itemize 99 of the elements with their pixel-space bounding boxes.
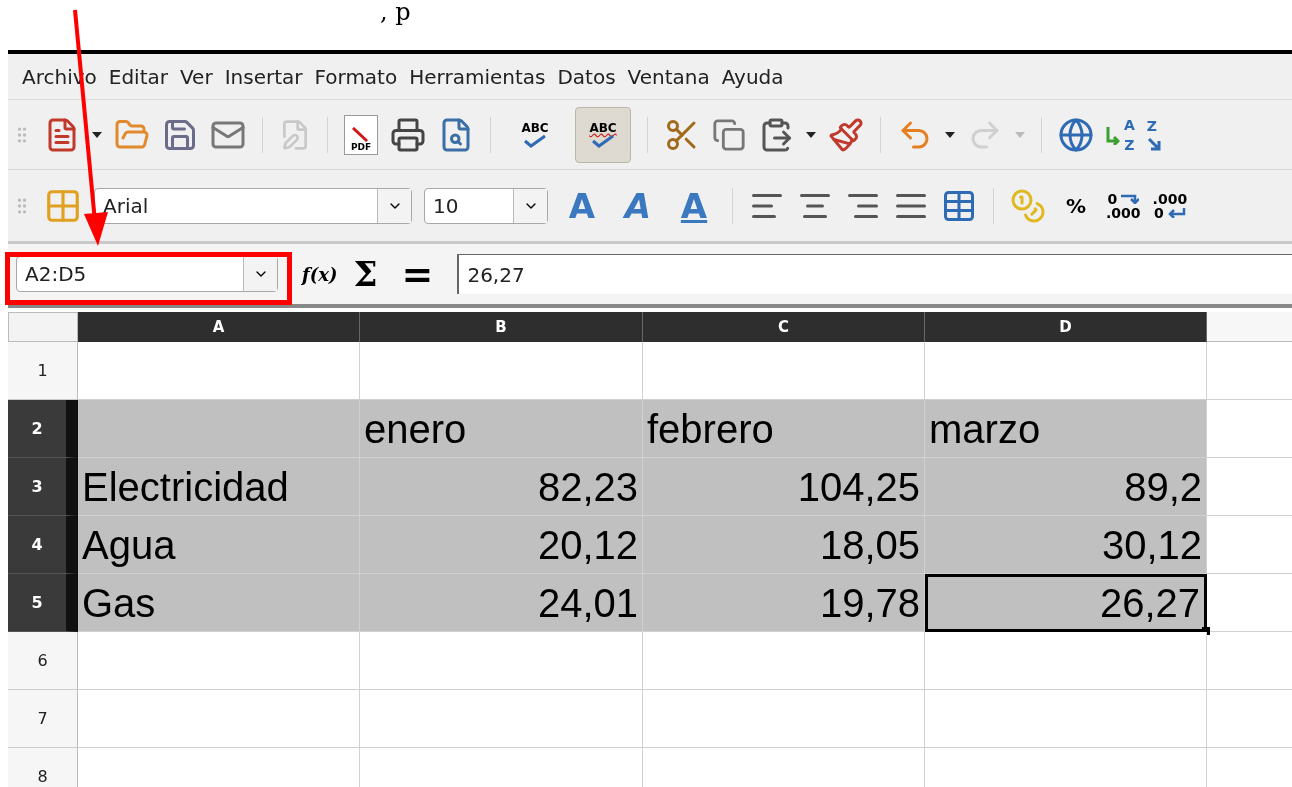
cell[interactable]: Gas bbox=[78, 574, 360, 632]
cell[interactable] bbox=[360, 342, 643, 400]
row-header[interactable]: 4 bbox=[8, 516, 78, 574]
add-decimal-button[interactable]: 0 .000 bbox=[1106, 191, 1141, 220]
cell-text: 82,23 bbox=[537, 466, 638, 507]
cell-text: Gas bbox=[82, 582, 156, 623]
row-header[interactable]: 2 bbox=[8, 400, 78, 458]
cell[interactable] bbox=[643, 632, 925, 690]
menu-item[interactable]: Datos bbox=[551, 61, 622, 92]
cell[interactable] bbox=[643, 690, 925, 748]
menu-item[interactable]: Editar bbox=[102, 61, 174, 92]
sum-button[interactable]: Σ bbox=[353, 248, 378, 300]
slash-icon bbox=[351, 126, 371, 143]
arrow-icon bbox=[1146, 136, 1163, 151]
underline-button[interactable]: A bbox=[672, 188, 716, 223]
checkmark-icon bbox=[522, 133, 548, 148]
cell[interactable] bbox=[360, 690, 643, 748]
arrow-icon bbox=[1121, 193, 1140, 204]
function-wizard-button[interactable]: f(x) bbox=[302, 260, 338, 288]
equals-button[interactable]: = bbox=[401, 245, 434, 303]
cell-text: 26,27 bbox=[1099, 583, 1200, 623]
cell[interactable]: 82,23 bbox=[360, 458, 643, 516]
row-header[interactable]: 3 bbox=[8, 458, 78, 516]
cell-text: 104,25 bbox=[797, 466, 920, 507]
column-header[interactable] bbox=[1207, 312, 1292, 342]
cell[interactable]: Electricidad bbox=[78, 458, 360, 516]
dropdown-caret-icon[interactable] bbox=[92, 131, 102, 138]
autospell-button[interactable]: ABC bbox=[575, 106, 631, 163]
menu-item[interactable]: Ver bbox=[174, 61, 219, 92]
coins-icon[interactable] bbox=[1010, 187, 1046, 224]
cell[interactable]: 18,05 bbox=[643, 516, 925, 574]
column-header[interactable]: C bbox=[643, 312, 925, 342]
cell[interactable]: 104,25 bbox=[643, 458, 925, 516]
caption-text: , p bbox=[380, 0, 411, 24]
arrow-icon bbox=[1106, 124, 1120, 145]
paintbrush-icon[interactable] bbox=[828, 116, 864, 153]
sort-descending-button[interactable]: Z bbox=[1146, 118, 1163, 151]
cell[interactable]: febrero bbox=[643, 400, 925, 458]
menu-item[interactable]: Formato bbox=[308, 61, 404, 92]
cell[interactable]: 30,12 bbox=[925, 516, 1207, 574]
cell[interactable] bbox=[925, 342, 1207, 400]
checkmark-icon bbox=[590, 133, 616, 148]
bold-button[interactable]: A bbox=[560, 188, 604, 223]
cell-text: enero bbox=[364, 408, 467, 449]
row-header[interactable]: 1 bbox=[8, 342, 78, 400]
cell[interactable] bbox=[78, 342, 360, 400]
row-header[interactable]: 5 bbox=[8, 574, 78, 632]
menu-item[interactable]: Insertar bbox=[218, 61, 309, 92]
copy-icon[interactable] bbox=[712, 117, 746, 152]
menu-item[interactable]: Ayuda bbox=[715, 61, 790, 92]
cell[interactable] bbox=[78, 400, 360, 458]
printer-icon[interactable] bbox=[390, 116, 426, 153]
cell-text: 24,01 bbox=[537, 582, 638, 623]
font-name-field[interactable]: Arial bbox=[94, 187, 412, 224]
cell[interactable] bbox=[78, 632, 360, 690]
column-header[interactable]: B bbox=[360, 312, 643, 342]
dropdown-caret-icon[interactable] bbox=[945, 131, 955, 138]
cell-text: Agua bbox=[82, 524, 176, 565]
cell[interactable] bbox=[925, 690, 1207, 748]
sort-ascending-button[interactable]: A Z bbox=[1106, 117, 1135, 152]
cell[interactable]: enero bbox=[360, 400, 643, 458]
cell[interactable] bbox=[360, 632, 643, 690]
formula-input-field[interactable]: 26,27 bbox=[457, 254, 1292, 294]
cell[interactable]: 24,01 bbox=[360, 574, 643, 632]
remove-decimal-button[interactable]: .000 0 bbox=[1152, 191, 1188, 220]
cell-text: 20,12 bbox=[537, 524, 638, 565]
dropdown-caret-icon[interactable] bbox=[806, 131, 816, 138]
globe-icon[interactable] bbox=[1058, 116, 1094, 153]
cell-text: 19,78 bbox=[819, 582, 920, 623]
percent-button[interactable]: % bbox=[1058, 190, 1095, 221]
cell[interactable] bbox=[925, 632, 1207, 690]
cell[interactable] bbox=[643, 342, 925, 400]
font-size-field[interactable]: 10 bbox=[424, 187, 548, 224]
cell[interactable]: 19,78 bbox=[643, 574, 925, 632]
cell[interactable]: 26,27 bbox=[925, 574, 1207, 632]
menu-item[interactable]: Herramientas bbox=[403, 61, 552, 92]
cell[interactable] bbox=[78, 690, 360, 748]
row-header[interactable]: 8 bbox=[8, 748, 78, 787]
arrow-icon bbox=[1167, 207, 1186, 218]
column-header[interactable]: D bbox=[925, 312, 1207, 342]
cell-text: febrero bbox=[647, 408, 774, 449]
column-header[interactable]: A bbox=[78, 312, 360, 342]
cell-text: marzo bbox=[929, 408, 1041, 449]
row-header[interactable]: 6 bbox=[8, 632, 78, 690]
row-header[interactable]: 7 bbox=[8, 690, 78, 748]
cell[interactable]: marzo bbox=[925, 400, 1207, 458]
italic-button[interactable]: A bbox=[616, 188, 660, 223]
cell[interactable]: 20,12 bbox=[360, 516, 643, 574]
cell[interactable]: Agua bbox=[78, 516, 360, 574]
cell[interactable]: 89,2 bbox=[925, 458, 1207, 516]
cell-text: 30,12 bbox=[1101, 524, 1202, 565]
menu-item[interactable]: Ventana bbox=[621, 61, 716, 92]
pdf-button[interactable]: PDF bbox=[344, 114, 378, 155]
cell-text: Electricidad bbox=[82, 466, 289, 507]
cell-text: 18,05 bbox=[819, 524, 920, 565]
spellcheck-button[interactable]: ABC bbox=[507, 106, 563, 163]
cell-text: 89,2 bbox=[1124, 466, 1202, 507]
name-box[interactable]: A2:D5 bbox=[16, 256, 278, 292]
corner-header[interactable] bbox=[8, 312, 78, 342]
